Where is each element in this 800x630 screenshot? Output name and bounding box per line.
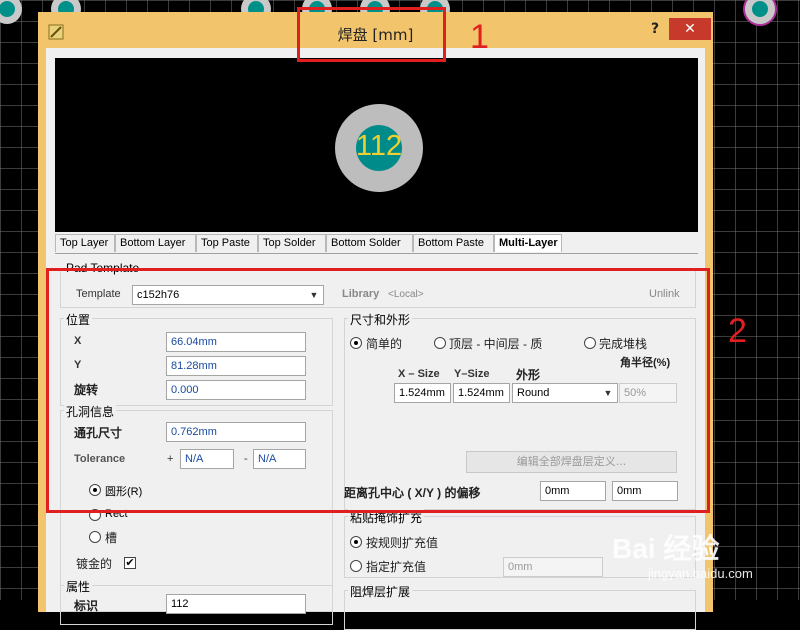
- solder-expansion-group-label: 阻焊层扩展: [348, 583, 413, 600]
- plated-checkbox[interactable]: ✔: [124, 557, 136, 569]
- slot-hole-label: 槽: [105, 531, 118, 545]
- pad-preview-label: 112: [355, 130, 403, 162]
- tab-bottom-solder[interactable]: Bottom Solder: [326, 234, 413, 252]
- tab-top-layer[interactable]: Top Layer: [55, 234, 115, 252]
- tab-bottom-layer[interactable]: Bottom Layer: [115, 234, 196, 252]
- watermark-brand: Bai 经验: [612, 533, 720, 564]
- pad-preview-shape: 112: [335, 104, 423, 192]
- paste-specified-input[interactable]: 0mm: [503, 557, 603, 577]
- designator-input[interactable]: 112: [166, 594, 306, 614]
- tab-top-paste[interactable]: Top Paste: [196, 234, 258, 252]
- tab-multi-layer[interactable]: Multi-Layer: [494, 234, 562, 252]
- paste-rule-radio[interactable]: [350, 536, 362, 548]
- paste-rule-label: 按规则扩充值: [366, 536, 439, 550]
- pad-preview-canvas: 112: [55, 58, 698, 232]
- annotation-box-1: [297, 7, 446, 62]
- annotation-label-1: 1: [470, 18, 489, 56]
- tab-top-solder[interactable]: Top Solder: [258, 234, 326, 252]
- watermark-url: jingyan.baidu.com: [648, 566, 753, 581]
- tab-bottom-paste[interactable]: Bottom Paste: [413, 234, 494, 252]
- paste-specified-radio[interactable]: [350, 560, 362, 572]
- properties-group-label: 属性: [64, 578, 93, 595]
- plated-label: 镀金的: [76, 557, 113, 571]
- paste-specified-label: 指定扩充值: [366, 560, 427, 574]
- annotation-box-2: [46, 268, 710, 513]
- help-button[interactable]: ?: [647, 21, 663, 39]
- close-button[interactable]: ✕: [669, 18, 711, 40]
- annotation-label-2: 2: [728, 312, 747, 350]
- slot-hole-radio[interactable]: [89, 531, 101, 543]
- layer-tabs: Top Layer Bottom Layer Top Paste Top Sol…: [55, 234, 698, 254]
